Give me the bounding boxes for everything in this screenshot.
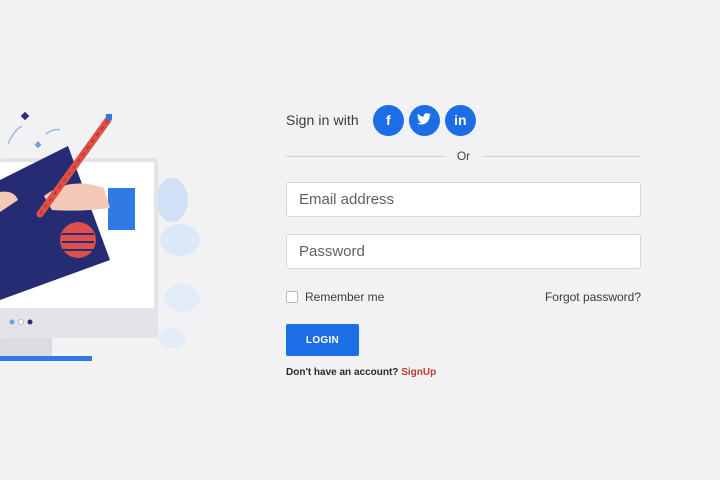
login-options-row: Remember me Forgot password? <box>286 289 641 305</box>
signup-link[interactable]: SignUp <box>401 367 436 378</box>
signup-row: Don't have an account? SignUp <box>286 367 641 378</box>
divider-line-left <box>286 155 445 157</box>
linkedin-icon: in <box>454 112 467 128</box>
email-input[interactable] <box>286 182 641 217</box>
remember-me-checkbox[interactable] <box>286 291 298 303</box>
login-illustration <box>0 100 220 370</box>
twitter-button[interactable] <box>408 104 440 136</box>
social-signin-row: Sign in with f in <box>286 103 641 137</box>
facebook-icon: f <box>385 112 391 128</box>
linkedin-button[interactable]: in <box>444 104 476 136</box>
sign-in-with-label: Sign in with <box>286 112 359 128</box>
password-input[interactable] <box>286 234 641 269</box>
signup-prompt: Don't have an account? <box>286 367 399 378</box>
divider-line-right <box>482 155 641 157</box>
login-form: Sign in with f in Or Remember me Forgot … <box>286 103 641 378</box>
remember-me[interactable]: Remember me <box>286 290 384 304</box>
twitter-icon <box>417 112 432 128</box>
facebook-button[interactable]: f <box>372 104 404 136</box>
or-divider: Or <box>286 149 641 163</box>
login-button[interactable]: LOGIN <box>286 324 359 356</box>
remember-me-label: Remember me <box>305 290 385 304</box>
forgot-password-link[interactable]: Forgot password? <box>545 290 641 304</box>
or-text: Or <box>456 149 471 163</box>
